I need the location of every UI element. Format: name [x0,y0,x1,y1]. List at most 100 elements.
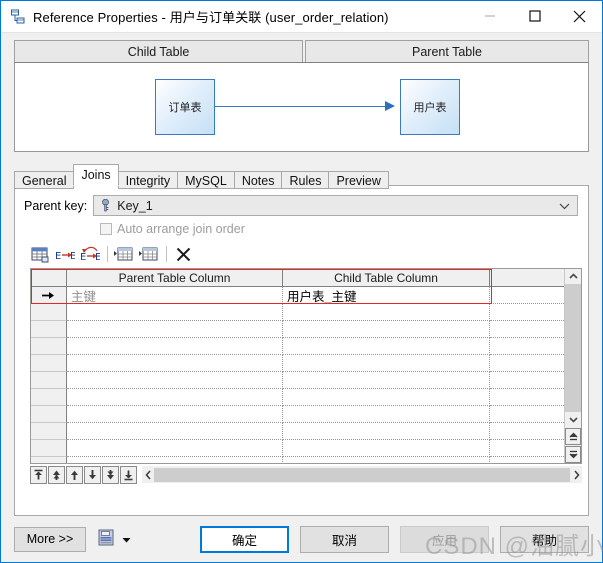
join-inner-icon[interactable]: E E [54,244,76,265]
cell-extra[interactable] [490,287,564,304]
select-all-columns-icon[interactable] [29,244,51,265]
cell-child-column[interactable] [283,389,490,406]
row-marker[interactable] [31,372,67,389]
table-row[interactable] [31,338,564,355]
scroll-up-button[interactable] [565,269,581,284]
tab-general[interactable]: General [14,171,75,189]
table-row[interactable] [31,304,564,321]
auto-arrange-checkbox-row[interactable]: Auto arrange join order [100,222,588,236]
tab-preview[interactable]: Preview [328,171,389,189]
parent-key-select[interactable]: Key_1 [93,195,578,216]
row-marker[interactable] [31,389,67,406]
minimize-icon[interactable] [467,1,512,31]
row-marker[interactable] [31,304,67,321]
row-marker[interactable] [31,457,67,463]
insert-column-before-icon[interactable] [113,244,135,265]
ok-button[interactable]: 确定 [200,525,289,553]
cell-parent-column[interactable] [67,355,283,372]
cell-parent-column[interactable] [67,389,283,406]
caret-down-icon[interactable] [122,532,131,546]
cell-parent-column[interactable] [67,321,283,338]
row-marker-current[interactable] [31,287,67,304]
row-marker[interactable] [31,440,67,457]
tab-notes[interactable]: Notes [233,171,283,189]
table-row[interactable] [31,406,564,423]
cancel-button[interactable]: 取消 [300,525,389,553]
move-down-fast-icon[interactable] [102,465,119,484]
cell-extra[interactable] [490,406,564,423]
scroll-right-button[interactable] [570,470,582,480]
table-row[interactable] [31,355,564,372]
cell-child-column[interactable]: 用户表_主键 [283,287,490,304]
cell-child-column[interactable] [283,355,490,372]
table-row[interactable]: 主键 用户表_主键 [31,287,564,304]
move-up-icon[interactable] [66,465,83,484]
row-marker[interactable] [31,321,67,338]
move-last-icon[interactable] [120,465,137,484]
join-outer-icon[interactable]: E E [79,244,101,265]
cell-child-column[interactable] [283,457,490,463]
insert-column-after-icon[interactable] [138,244,160,265]
cell-parent-column[interactable] [67,304,283,321]
table-row[interactable] [31,372,564,389]
child-table-box[interactable]: 订单表 [155,79,215,135]
row-marker[interactable] [31,423,67,440]
diagram-canvas[interactable]: 订单表 用户表 [14,62,589,152]
grid-body[interactable]: Parent Table Column Child Table Column 主… [31,269,564,463]
cell-child-column[interactable] [283,321,490,338]
scroll-to-top-button[interactable] [565,428,581,445]
cell-child-column[interactable] [283,338,490,355]
hscroll-thumb[interactable] [154,467,570,482]
grid-vertical-scrollbar[interactable] [564,269,581,463]
more-button[interactable]: More >> [14,526,86,552]
cell-extra[interactable] [490,355,564,372]
cell-child-column[interactable] [283,372,490,389]
cell-extra[interactable] [490,321,564,338]
scroll-down-button[interactable] [565,412,581,427]
cell-extra[interactable] [490,440,564,457]
cell-parent-column[interactable]: 主键 [67,287,283,304]
table-row[interactable] [31,423,564,440]
row-marker[interactable] [31,338,67,355]
move-first-icon[interactable] [30,465,47,484]
cell-child-column[interactable] [283,440,490,457]
scroll-to-bottom-button[interactable] [565,446,581,463]
table-row[interactable] [31,321,564,338]
table-row[interactable] [31,440,564,457]
cell-parent-column[interactable] [67,372,283,389]
cell-extra[interactable] [490,304,564,321]
cell-extra[interactable] [490,338,564,355]
cell-extra[interactable] [490,372,564,389]
move-up-fast-icon[interactable] [48,465,65,484]
row-marker[interactable] [31,406,67,423]
cell-parent-column[interactable] [67,423,283,440]
save-preset-split-button[interactable] [98,529,131,550]
grid-header-parent-column[interactable]: Parent Table Column [67,269,283,286]
tab-mysql[interactable]: MySQL [177,171,235,189]
cell-parent-column[interactable] [67,338,283,355]
table-row[interactable] [31,457,564,463]
row-marker[interactable] [31,355,67,372]
move-down-icon[interactable] [84,465,101,484]
cell-child-column[interactable] [283,304,490,321]
cell-extra[interactable] [490,423,564,440]
cell-parent-column[interactable] [67,406,283,423]
cell-extra[interactable] [490,389,564,406]
tab-rules[interactable]: Rules [281,171,330,189]
parent-table-box[interactable]: 用户表 [400,79,460,135]
help-button[interactable]: 帮助 [500,525,589,553]
join-columns-grid[interactable]: Parent Table Column Child Table Column 主… [30,268,582,464]
scroll-left-button[interactable] [142,470,154,480]
tab-integrity[interactable]: Integrity [117,171,179,189]
tab-joins[interactable]: Joins [73,164,119,186]
cell-child-column[interactable] [283,423,490,440]
delete-row-icon[interactable] [172,244,194,265]
scroll-thumb[interactable] [565,284,581,412]
table-row[interactable] [31,389,564,406]
cell-child-column[interactable] [283,406,490,423]
chevron-down-icon[interactable] [559,199,570,213]
cell-parent-column[interactable] [67,440,283,457]
cell-parent-column[interactable] [67,457,283,463]
save-preset-icon[interactable] [98,529,115,550]
grid-header-child-column[interactable]: Child Table Column [283,269,490,286]
